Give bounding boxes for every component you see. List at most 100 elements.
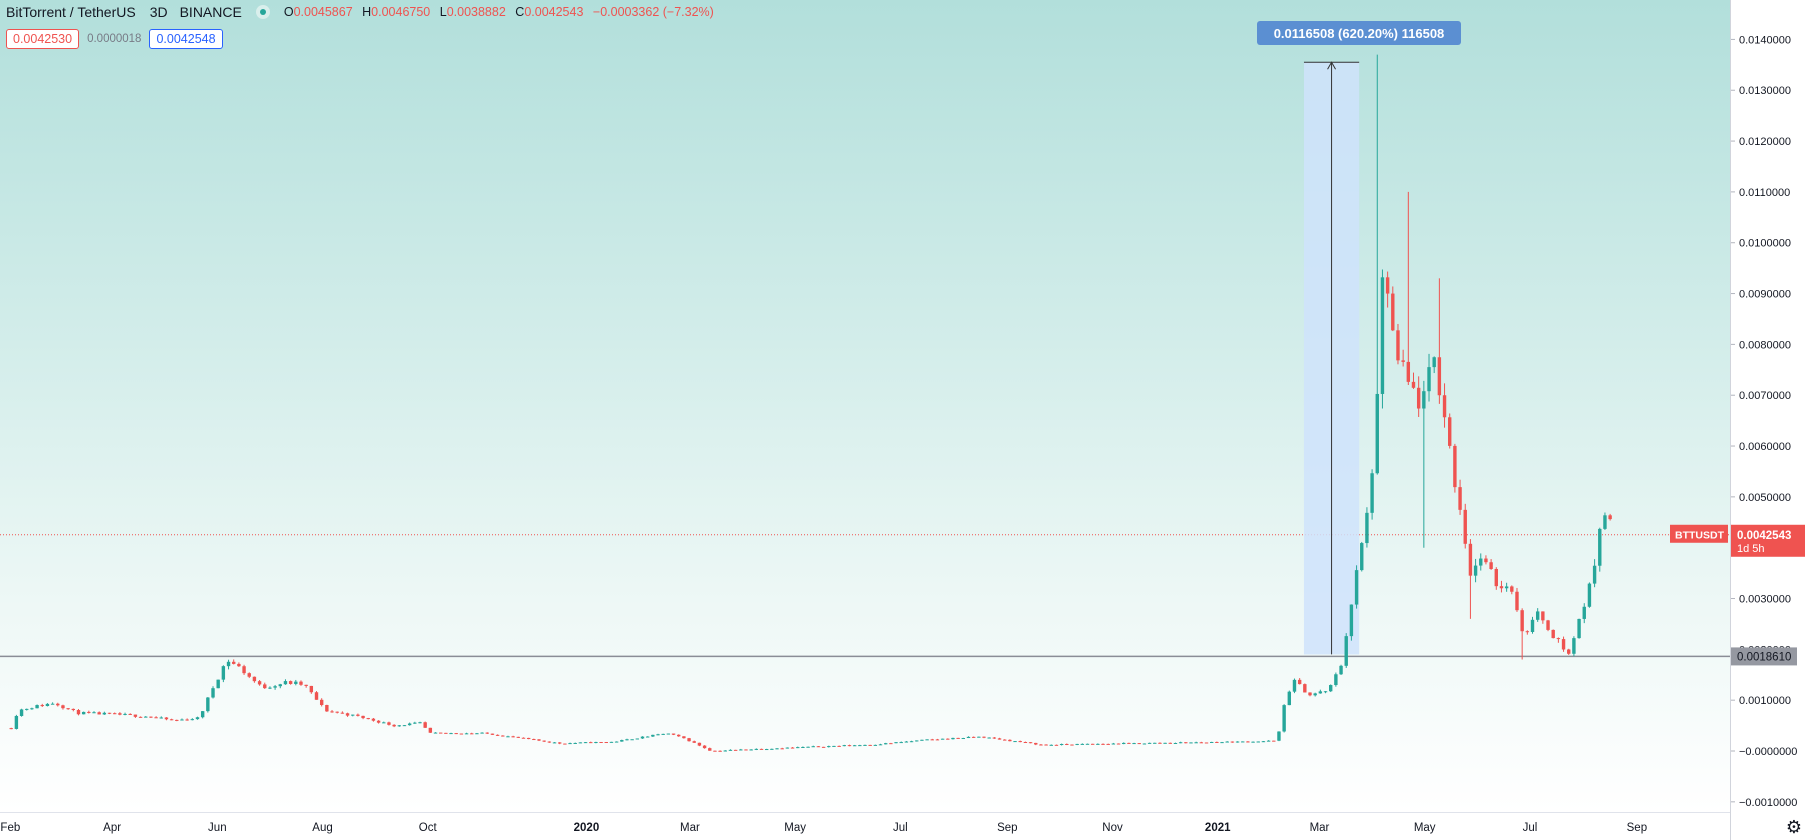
candle-body xyxy=(723,750,727,752)
candle-body xyxy=(71,708,76,711)
candle-body xyxy=(1458,487,1462,510)
low-label: L xyxy=(439,5,447,19)
candle-body xyxy=(1484,558,1488,563)
candle-body xyxy=(232,661,236,664)
candle-body xyxy=(925,739,929,741)
candle-body xyxy=(361,715,365,719)
chart-canvas[interactable]: BTTUSDT xyxy=(0,0,1730,812)
candle-body xyxy=(630,739,634,741)
candle-body xyxy=(620,740,624,742)
candle-body xyxy=(640,736,645,739)
candle-body xyxy=(1318,691,1323,694)
candle-body xyxy=(1608,515,1612,520)
candle-body xyxy=(444,732,448,734)
candle-body xyxy=(733,749,738,751)
candle-body xyxy=(185,719,189,721)
market-status-icon xyxy=(255,5,270,19)
candle-body xyxy=(283,681,288,685)
time-tick-label: Sep xyxy=(1627,822,1647,834)
candle-body xyxy=(982,736,986,738)
gear-icon[interactable]: ⚙ xyxy=(1783,816,1805,838)
time-axis[interactable]: Feb Apr Jun Aug Oct 2020 Mar May Jul Sep Nov 2021 Ma… xyxy=(0,812,1730,840)
candle-body xyxy=(206,697,210,712)
candle-body xyxy=(609,741,614,743)
candle-body xyxy=(1085,743,1090,745)
time-axis-canvas[interactable]: Feb Apr Jun Aug Oct 2020 Mar May Jul Sep Nov 2021 Ma… xyxy=(0,813,1730,840)
candle-body xyxy=(1587,583,1592,607)
candle-body xyxy=(573,742,577,744)
candle-body xyxy=(1070,744,1074,746)
candle-body xyxy=(1075,743,1079,745)
price-axis-canvas[interactable]: 0.0140000 0.0130000 0.0120000 0.0110000 0.01… xyxy=(1731,0,1812,840)
candle-body xyxy=(480,732,484,734)
candle-body xyxy=(547,741,552,743)
exchange-label: BINANCE xyxy=(179,4,242,20)
price-tick-label: 0.0140000 xyxy=(1739,34,1791,46)
measure-label[interactable]: 0.0116508 (620.20%) 116508 xyxy=(1257,21,1461,45)
candle-body xyxy=(490,733,495,735)
candle-body xyxy=(454,733,458,735)
candle-body xyxy=(1453,445,1457,488)
candle-body xyxy=(718,750,722,752)
candle-body xyxy=(159,717,163,719)
buy-button[interactable]: 0.0042548 xyxy=(149,29,223,49)
timeframe-label[interactable]: 3D xyxy=(150,4,168,20)
sell-button[interactable]: 0.0042530 xyxy=(6,29,80,49)
candle-body xyxy=(1184,742,1188,744)
candle-body xyxy=(56,703,60,706)
candle-body xyxy=(1028,742,1033,744)
candle-body xyxy=(345,713,350,716)
candle-body xyxy=(542,740,546,742)
candle-body xyxy=(1272,740,1276,742)
chart-pane[interactable]: BTTUSDT BitTorrent / TetherUS 3D BINANCE… xyxy=(0,0,1730,812)
candle-body xyxy=(221,666,226,680)
candle-body xyxy=(1334,674,1338,686)
candle-body xyxy=(915,740,919,742)
candle-body xyxy=(340,712,345,714)
price-tick-label: 0.0110000 xyxy=(1739,187,1790,199)
candle-body xyxy=(521,737,526,739)
time-tick-label: 2020 xyxy=(574,822,600,834)
candle-body xyxy=(1034,742,1038,745)
candle-body xyxy=(1556,638,1561,640)
spread-value: 0.0000018 xyxy=(87,33,142,45)
candle-body xyxy=(61,705,65,709)
candle-body xyxy=(1080,743,1085,745)
candle-body xyxy=(1561,639,1566,650)
candle-body xyxy=(883,743,888,745)
candle-body xyxy=(102,712,107,715)
price-tick-label: 0.0120000 xyxy=(1739,136,1791,148)
high-label: H xyxy=(362,5,372,19)
open-label: O xyxy=(283,5,294,19)
candle-body xyxy=(1448,417,1452,446)
candle-body xyxy=(1510,586,1514,592)
candle-body xyxy=(1090,743,1095,745)
candle-body xyxy=(25,708,29,710)
candle-body xyxy=(1189,742,1193,744)
candle-body xyxy=(739,749,743,751)
candle-body xyxy=(702,745,707,749)
symbol-name[interactable]: BitTorrent / TetherUS xyxy=(6,4,136,20)
candle-body xyxy=(1520,610,1524,632)
price-axis[interactable]: 0.0140000 0.0130000 0.0120000 0.0110000 0.01… xyxy=(1730,0,1812,840)
candle-body xyxy=(1003,739,1007,741)
candle-body xyxy=(1339,665,1343,675)
candle-body xyxy=(811,746,815,748)
candle-body xyxy=(1479,558,1483,566)
candle-body xyxy=(9,728,13,730)
candle-body xyxy=(464,733,469,735)
candle-body xyxy=(1354,570,1359,605)
candle-body xyxy=(1023,742,1028,744)
candle-body xyxy=(837,745,841,747)
candle-body xyxy=(1582,606,1586,619)
candle-body xyxy=(19,709,24,716)
candle-body xyxy=(708,748,712,751)
time-tick-label: May xyxy=(784,822,806,834)
candle-body xyxy=(697,742,702,746)
candle-body xyxy=(759,748,764,750)
candle-body xyxy=(1396,330,1400,361)
candle-body xyxy=(1049,744,1053,746)
candle-body xyxy=(1230,741,1235,743)
candle-body xyxy=(397,725,401,727)
candle-body xyxy=(1422,391,1426,409)
